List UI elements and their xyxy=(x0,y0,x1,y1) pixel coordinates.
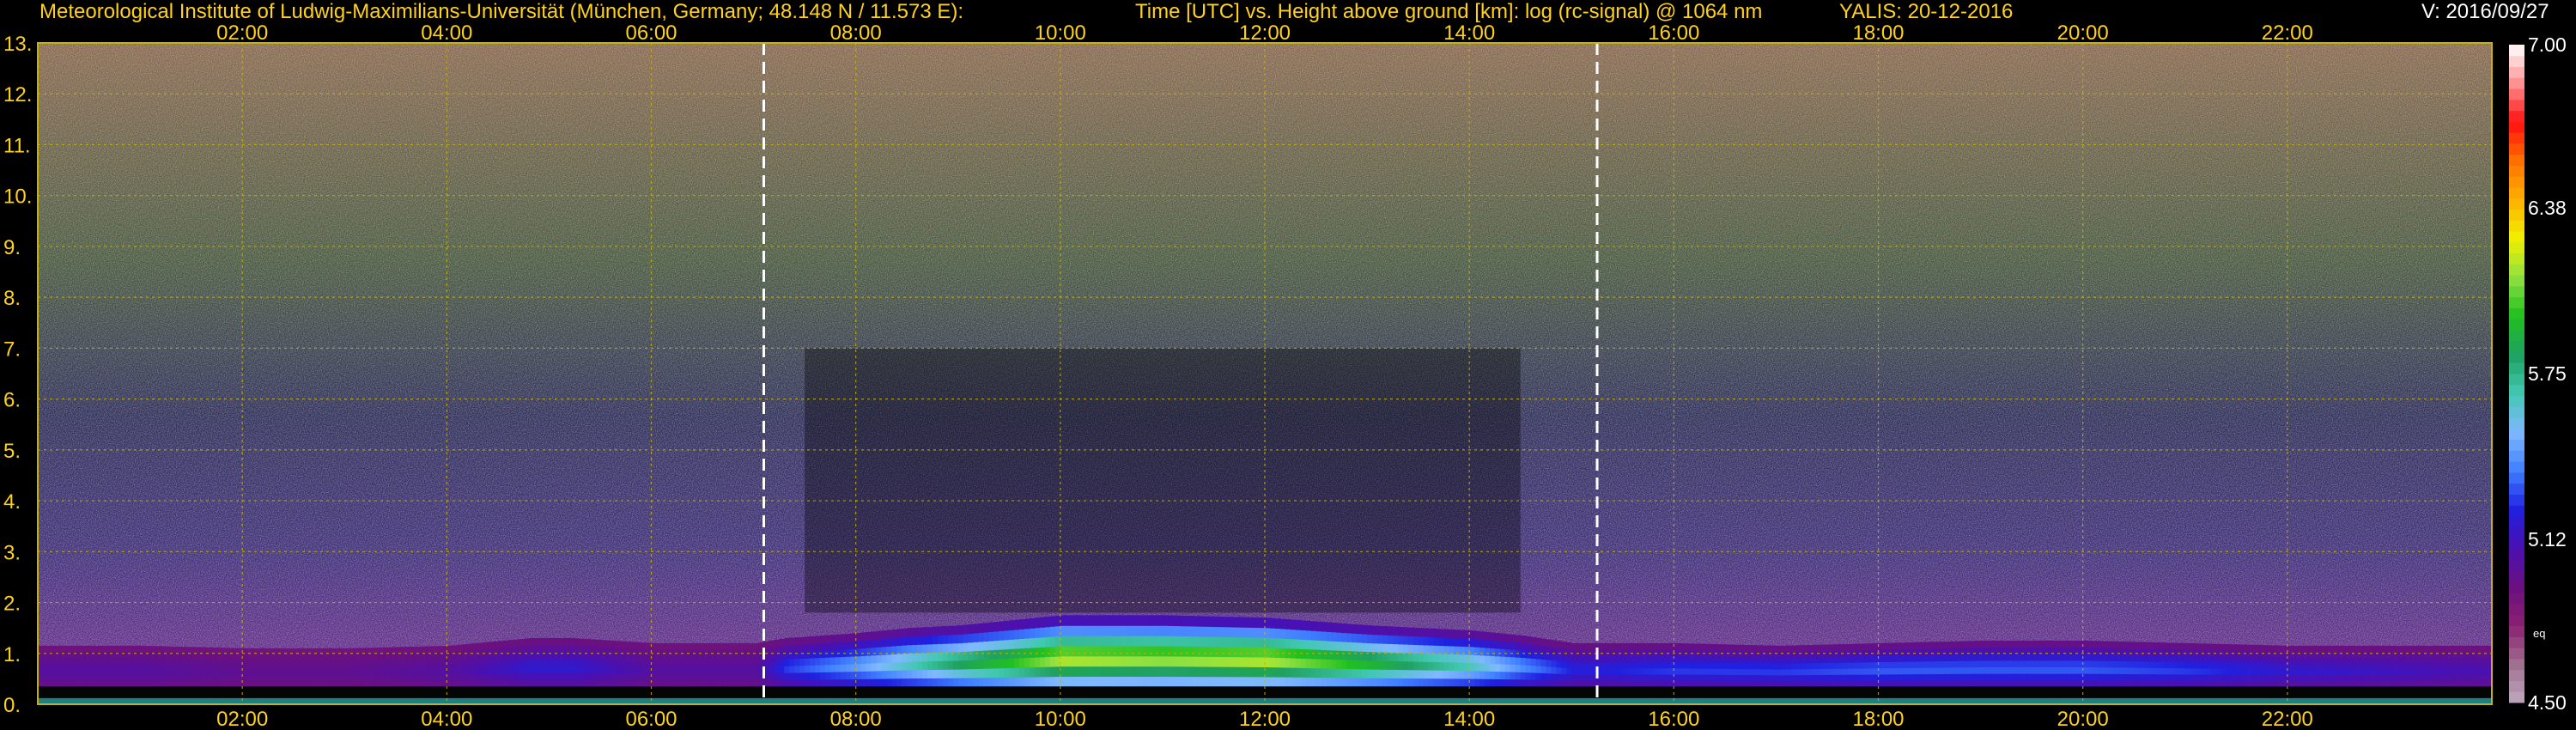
lidar-heatmap-chart: 02:00 02:00 04:00 04:00 06:00 06:00 08:00 08:00… xyxy=(3,21,2567,730)
x-tick-label-bottom: 10:00 xyxy=(1035,708,1086,730)
colorbar-tick-label: 5.75 xyxy=(2528,362,2567,385)
x-tick-label-top: 12:00 xyxy=(1239,21,1291,45)
x-tick-label-bottom: 18:00 xyxy=(1852,708,1904,730)
x-tick-label-top: 18:00 xyxy=(1852,21,1904,45)
colorbar-tick-label: 5.12 xyxy=(2528,528,2567,551)
x-tick-label-bottom: 06:00 xyxy=(625,708,677,730)
y-tick-label: 8. xyxy=(3,287,21,310)
x-tick-label-bottom: 04:00 xyxy=(421,708,472,730)
lidar-plot: Meteorological Institute of Ludwig-Maxim… xyxy=(0,0,2576,730)
x-tick-label-top: 04:00 xyxy=(421,21,472,45)
x-tick-label-top: 06:00 xyxy=(625,21,677,45)
x-tick-label-bottom: 12:00 xyxy=(1239,708,1291,730)
x-tick-label-bottom: 16:00 xyxy=(1648,708,1699,730)
x-tick-label-top: 14:00 xyxy=(1443,21,1495,45)
y-tick-label: 3. xyxy=(3,541,21,564)
x-tick-label-top: 20:00 xyxy=(2057,21,2109,45)
midday-clear-region xyxy=(805,348,1521,613)
y-tick-label: 9. xyxy=(3,236,21,259)
x-tick-label-top: 10:00 xyxy=(1035,21,1086,45)
x-tick-label-bottom: 08:00 xyxy=(830,708,882,730)
colorbar-tick-label: 4.50 xyxy=(2528,691,2567,714)
y-tick-label: 2. xyxy=(3,593,21,616)
y-tick-label: 10. xyxy=(3,186,32,209)
x-tick-label-bottom: 14:00 xyxy=(1443,708,1495,730)
x-tick-label-bottom: 20:00 xyxy=(2057,708,2109,730)
colorbar-tick-label: 6.38 xyxy=(2528,197,2567,219)
x-tick-label-top: 16:00 xyxy=(1648,21,1699,45)
y-tick-label: 1. xyxy=(3,643,21,666)
y-tick-label: 12. xyxy=(3,83,32,106)
colorbar-extra-label: eq xyxy=(2533,627,2545,640)
y-tick-label: 5. xyxy=(3,440,21,463)
y-tick-label: 13. xyxy=(3,33,32,56)
colorbar-tick-label: 7.00 xyxy=(2528,33,2567,56)
y-tick-label: 7. xyxy=(3,338,21,361)
x-tick-label-top: 22:00 xyxy=(2262,21,2313,45)
x-tick-label-bottom: 22:00 xyxy=(2262,708,2313,730)
y-tick-label: 0. xyxy=(3,694,21,717)
y-tick-label: 6. xyxy=(3,389,21,412)
y-tick-label: 11. xyxy=(3,134,31,157)
x-tick-label-top: 08:00 xyxy=(830,21,882,45)
x-tick-label-top: 02:00 xyxy=(216,21,268,45)
x-tick-label-bottom: 02:00 xyxy=(216,708,268,730)
y-tick-label: 4. xyxy=(3,490,21,514)
